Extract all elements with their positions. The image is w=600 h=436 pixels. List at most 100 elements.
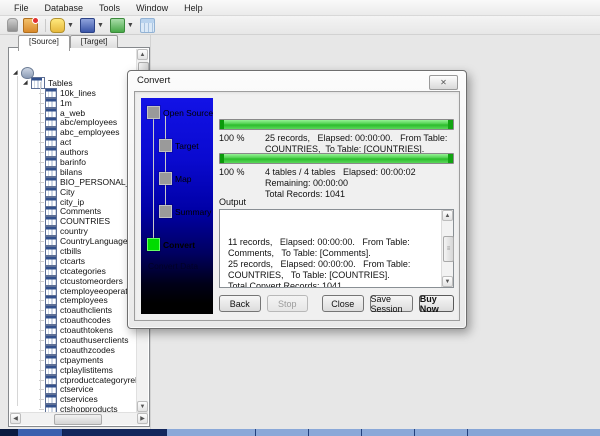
tree-item[interactable]: ctemployeeoperatelog [10, 285, 137, 296]
tab-source[interactable]: [Source] [18, 35, 70, 51]
tree-horizontal-scrollbar[interactable]: ◀ ▶ [10, 412, 148, 425]
tree-item-label: act [60, 137, 72, 148]
dialog-button[interactable]: Close [322, 295, 364, 312]
tables-tree: ◢ ◢ Tables 10k_lines 1m a_web abc/employ… [10, 48, 137, 412]
convert-button[interactable]: ▼ [109, 17, 137, 33]
menu-item[interactable]: Help [176, 2, 211, 14]
taskbar-item[interactable] [18, 429, 63, 436]
user-button[interactable] [5, 18, 20, 32]
dialog-body: Open Source Target Map Summary Convert C… [134, 91, 460, 321]
tree-item[interactable]: Comments [10, 206, 137, 217]
tree-item[interactable]: abc_employees [10, 127, 137, 138]
table-icon [45, 127, 57, 138]
tree-item[interactable]: ctservice [10, 384, 137, 395]
overall-progress-bar [219, 153, 454, 164]
tree-node-tables[interactable]: ◢ Tables [10, 76, 137, 89]
scrollbar-thumb[interactable]: ≡ [443, 236, 454, 262]
tree-item[interactable]: ctservices [10, 394, 137, 405]
close-button[interactable]: ✕ [429, 75, 458, 90]
tree-item[interactable]: city_ip [10, 196, 137, 207]
menu-item[interactable]: Database [37, 2, 92, 14]
tree-item[interactable]: ctoauthtokens [10, 325, 137, 336]
tab-target[interactable]: [Target] [69, 35, 119, 48]
tree-item[interactable]: 10k_lines [10, 87, 137, 98]
output-scrollbar[interactable]: ▲ ≡ ▼ [441, 210, 454, 287]
tree-item-label: a_web [60, 107, 86, 118]
dropdown-arrow-icon[interactable]: ▼ [97, 19, 104, 32]
taskbar-item[interactable] [468, 429, 600, 436]
scroll-down-icon[interactable]: ▼ [442, 276, 453, 287]
menu-item[interactable]: Window [128, 2, 176, 14]
wizard-step-panel: Open Source Target Map Summary Convert C… [141, 98, 213, 314]
taskbar-item[interactable] [362, 429, 415, 436]
tree-item[interactable]: ctpayments [10, 354, 137, 365]
tree-item[interactable]: authors [10, 147, 137, 158]
tree-item[interactable]: ctcarts [10, 255, 137, 266]
dialog-button[interactable]: Buy Now [418, 294, 455, 314]
table-grid-button[interactable] [139, 17, 155, 33]
tree-item[interactable]: ctoauthclients [10, 305, 137, 316]
tree-item[interactable]: ctcategories [10, 265, 137, 276]
menu-item[interactable]: File [6, 2, 37, 14]
tree-item[interactable]: City [10, 186, 137, 197]
scroll-up-icon[interactable]: ▲ [137, 49, 148, 60]
table-icon [45, 364, 57, 375]
tree-item[interactable]: a_web [10, 107, 137, 118]
scroll-down-icon[interactable]: ▼ [137, 401, 148, 412]
tree-item[interactable]: 1m [10, 97, 137, 108]
taskbar-item[interactable] [167, 429, 256, 436]
taskbar-item[interactable] [256, 429, 309, 436]
tree-item-label: ctemployees [60, 295, 108, 306]
tree-item[interactable]: ctshopproducts [10, 404, 137, 412]
dropdown-arrow-icon[interactable]: ▼ [127, 19, 134, 32]
table-icon [45, 206, 57, 217]
tree-item[interactable]: barinfo [10, 156, 137, 167]
scroll-right-icon[interactable]: ▶ [137, 413, 148, 424]
scroll-up-icon[interactable]: ▲ [442, 210, 453, 221]
connect-button[interactable] [23, 16, 39, 33]
taskbar-start[interactable] [0, 429, 18, 436]
table-icon [45, 245, 57, 256]
tree-root-database[interactable]: ◢ [10, 66, 137, 79]
view-button[interactable]: ▼ [79, 17, 107, 33]
dropdown-arrow-icon[interactable]: ▼ [67, 19, 74, 32]
table-icon [45, 275, 57, 286]
source-target-tabs: [Source] [Target] [18, 35, 119, 51]
tree-item[interactable]: bilans [10, 166, 137, 177]
table-icon [45, 176, 57, 187]
dialog-button[interactable]: Back [219, 295, 261, 312]
dialog-button[interactable]: Stop [266, 295, 308, 312]
tree-item[interactable]: ctoauthzcodes [10, 344, 137, 355]
tree-item[interactable]: act [10, 137, 137, 148]
tree-node-label: Tables [48, 77, 73, 88]
table-icon [45, 344, 57, 355]
table-icon [45, 147, 57, 158]
scroll-left-icon[interactable]: ◀ [10, 413, 21, 424]
tree-item[interactable]: abc/employees [10, 117, 137, 128]
tree-item[interactable]: ctproductcategoryrelation [10, 374, 137, 385]
tree-item[interactable]: BIO_PERSONAL_INF [10, 176, 137, 187]
source-database-button[interactable]: ▼ [50, 17, 77, 33]
scrollbar-thumb[interactable] [54, 414, 102, 425]
tree-item[interactable]: ctcustomeorders [10, 275, 137, 286]
tree-item[interactable]: COUNTRIES [10, 216, 137, 227]
windows-taskbar[interactable] [0, 429, 600, 436]
tree-item[interactable]: ctplaylistitems [10, 364, 137, 375]
tree-item[interactable]: country [10, 226, 137, 237]
tree-item-label: 10k_lines [60, 87, 96, 98]
tree-item[interactable]: ctbills [10, 245, 137, 256]
tree-item-label: ctcategories [60, 265, 106, 276]
menu-item[interactable]: Tools [91, 2, 128, 14]
tree-item[interactable]: ctemployees [10, 295, 137, 306]
table-icon [45, 374, 57, 385]
dialog-button[interactable]: Save Session [369, 294, 413, 314]
table-icon [45, 325, 57, 336]
tree-item[interactable]: CountryLanguage [10, 236, 137, 247]
taskbar-item[interactable] [309, 429, 362, 436]
table-icon [45, 137, 57, 148]
tree-item[interactable]: ctoauthuserclients [10, 335, 137, 345]
expand-triangle-icon[interactable]: ◢ [23, 79, 31, 87]
taskbar-item[interactable] [415, 429, 468, 436]
tree-item[interactable]: ctoauthcodes [10, 315, 137, 326]
tree-item-label: ctpayments [60, 354, 104, 365]
